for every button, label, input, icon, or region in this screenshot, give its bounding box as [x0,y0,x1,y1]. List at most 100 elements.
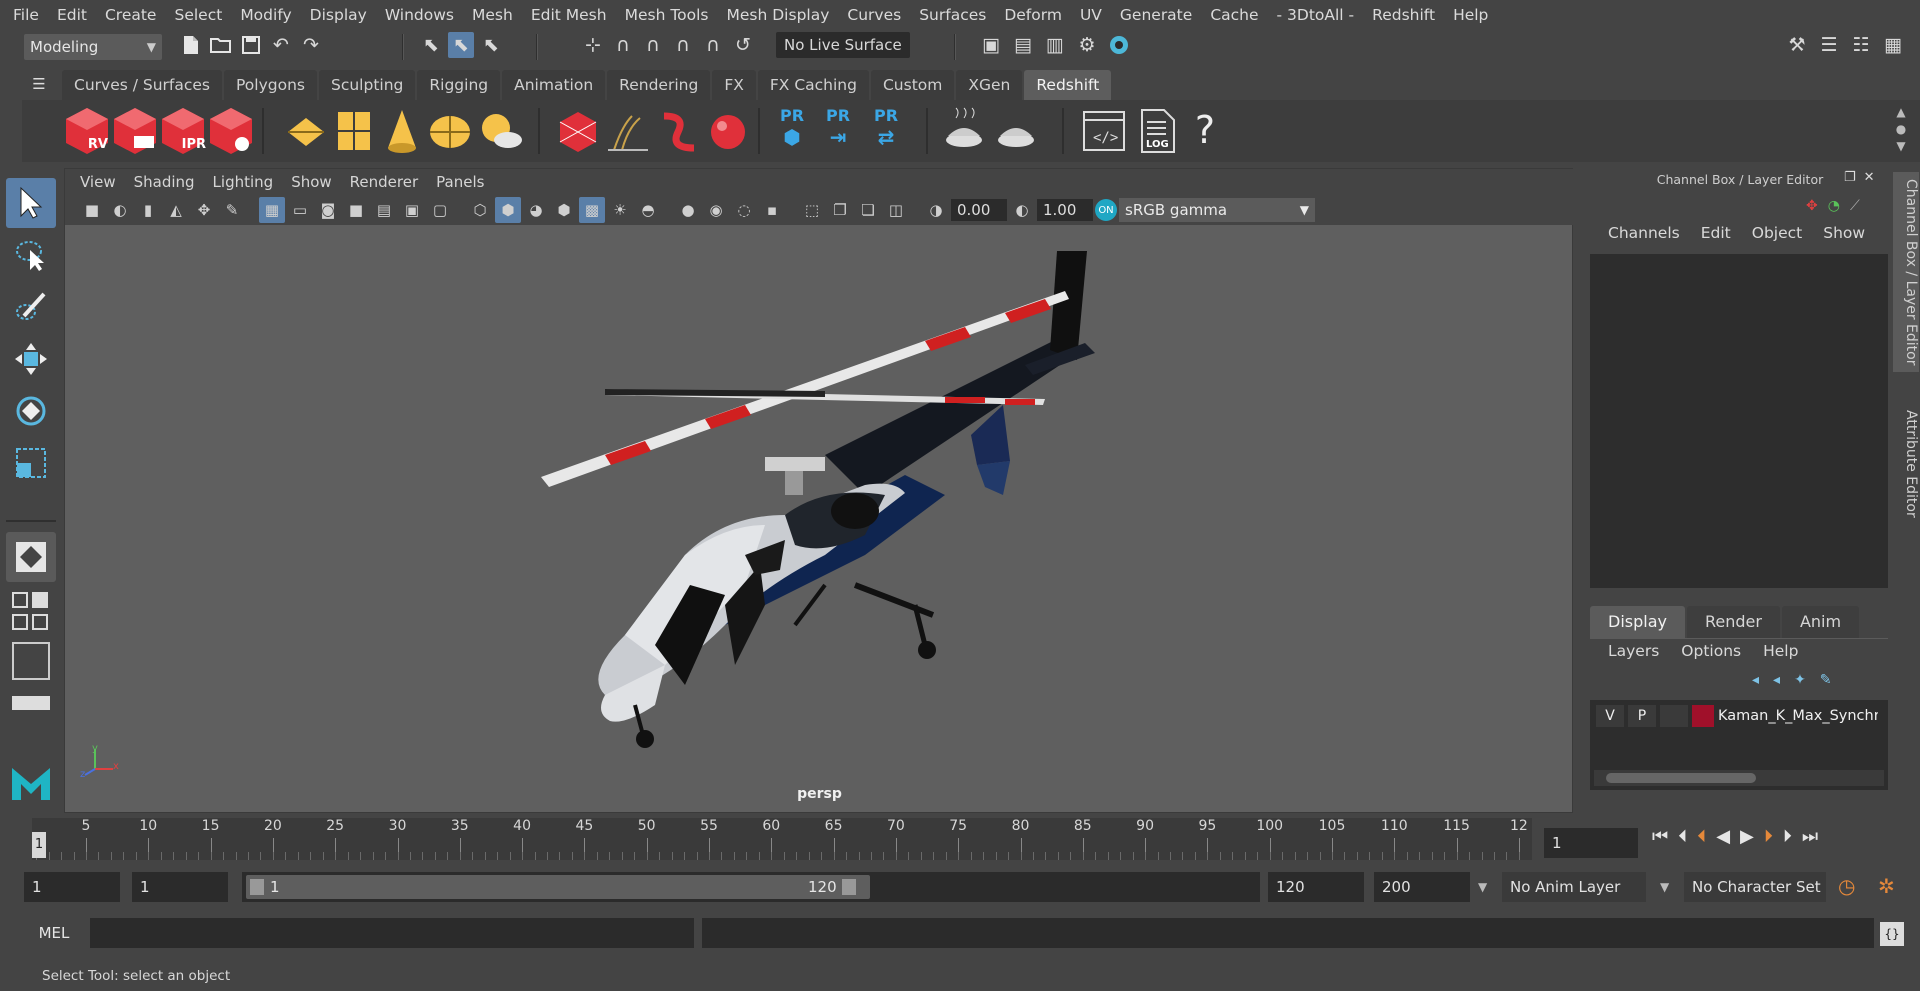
menu-item[interactable]: Mesh [463,0,522,30]
portal-light-icon[interactable] [332,106,376,156]
speed-icon[interactable]: ◔ [1828,198,1840,214]
scrollbar-thumb[interactable] [1606,773,1756,783]
pr-export-icon[interactable]: PR ⇥ [820,106,856,156]
select-tool-icon[interactable] [6,178,56,228]
horizontal-scrollbar[interactable] [1594,770,1884,786]
animation-end-field[interactable]: 200 [1374,872,1470,902]
menu-item[interactable]: Display [301,0,376,30]
menu-item[interactable]: Surfaces [910,0,995,30]
layer-editor-tab[interactable]: Anim [1781,606,1860,638]
playback-end-field[interactable]: 120 [1268,872,1364,902]
ipr-render-icon[interactable]: ▥ [1042,32,1068,58]
layer-visibility-toggle[interactable]: V [1596,705,1624,727]
command-input[interactable] [90,918,694,948]
move-layer-up-icon[interactable]: ◂ [1752,672,1759,688]
rotate-tool-icon[interactable] [6,386,56,436]
menu-item[interactable]: Modify [231,0,300,30]
play-forward-icon[interactable]: ▶ [1740,826,1754,847]
hyper-icon[interactable]: ⟋ [1850,198,1860,214]
channel-list[interactable] [1590,254,1888,588]
resolution-gate-icon[interactable]: ◙ [315,197,341,223]
layer-row[interactable]: V P Kaman_K_Max_Synchro [1596,704,1886,728]
layer-editor-menu-item[interactable]: Layers [1598,642,1671,660]
animation-start-field[interactable]: 1 [24,872,120,902]
float-panel-icon[interactable]: ❐ [1844,170,1856,185]
menu-item[interactable]: Generate [1111,0,1201,30]
go-to-start-icon[interactable]: ⏮ [1652,826,1668,847]
isolate-select-icon[interactable]: ⬚ [799,197,825,223]
pr-swap-icon[interactable]: PR ⇄ [866,106,906,156]
chevron-down-icon[interactable]: ▼ [1660,872,1669,902]
menu-item[interactable]: Select [165,0,231,30]
chevron-down-icon[interactable]: ▼ [1478,872,1487,902]
new-layer-icon[interactable]: ✦ [1794,672,1806,688]
channelbox-menu-item[interactable]: Edit [1691,224,1742,242]
menu-item[interactable]: Deform [995,0,1071,30]
render-frame-icon[interactable]: ▤ [1010,32,1036,58]
layer-editor-tab[interactable]: Display [1590,606,1685,638]
menu-item[interactable]: Mesh Tools [616,0,718,30]
auto-key-icon[interactable]: ◷ [1838,874,1855,898]
textured-icon[interactable]: ▩ [579,197,605,223]
sun-sky-icon[interactable] [476,106,524,156]
two-d-pan-icon[interactable]: ✥ [191,197,217,223]
snap-surface-icon[interactable]: ∩ [700,32,726,58]
close-icon[interactable]: ✕ [1864,170,1875,185]
shelf-tab[interactable]: XGen [956,70,1023,100]
channel-box-icon[interactable]: ▦ [1880,32,1906,58]
layer-display-type[interactable] [1660,705,1688,727]
time-slider[interactable]: 5 10 15 20 25 30 35 40 45 50 55 60 65 70 75 80 85 90 95 100… [24,818,1534,860]
redshift-settings-icon[interactable] [208,106,254,156]
grease-pencil-icon[interactable]: ✎ [219,197,245,223]
gamma-field[interactable]: 1.00 [1037,199,1093,221]
camera-attributes-icon[interactable]: ◐ [107,197,133,223]
shelf-tab[interactable]: Custom [870,70,955,100]
viewport-panel[interactable]: View Shading Lighting Show Renderer Panels ■ … [64,168,1574,813]
move-layer-down-icon[interactable]: ◂ [1773,672,1780,688]
layout-single-icon[interactable] [32,592,48,608]
script-editor-icon[interactable]: {} [1880,922,1904,946]
anim-layer-select[interactable]: No Anim Layer [1502,872,1646,902]
range-slider-handle[interactable] [246,875,870,899]
xray-active-icon[interactable]: ❏ [855,197,881,223]
select-hierarchy-icon[interactable]: ⬉ [418,32,444,58]
current-frame-field[interactable]: 1 [1544,828,1638,858]
xray-icon[interactable]: ❐ [827,197,853,223]
undo-icon[interactable]: ↶ [268,32,294,58]
tool-settings-icon[interactable]: ☷ [1848,32,1874,58]
hypershade-icon[interactable] [1106,32,1132,58]
lasso-tool-icon[interactable] [6,230,56,280]
wireframe-icon[interactable]: ⬡ [467,197,493,223]
quick-layout-icon[interactable] [6,532,56,582]
current-time-marker[interactable]: 1 [32,832,46,858]
shelf-tab[interactable]: Polygons [224,70,317,100]
select-component-icon[interactable]: ⬉ [478,32,504,58]
shelf-tab[interactable]: Curves / Surfaces [62,70,223,100]
live-surface-field[interactable]: No Live Surface [776,32,910,58]
shelf-tab[interactable]: Rigging [417,70,501,100]
menu-item[interactable]: Create [96,0,166,30]
helicopter-model[interactable] [65,225,1572,812]
smooth-shade-icon[interactable]: ⬢ [495,197,521,223]
menu-item[interactable]: Cache [1201,0,1267,30]
layer-editor-tab[interactable]: Render [1686,606,1780,638]
shelf-scroll[interactable]: ▲ ● ▼ [1890,104,1912,156]
command-language-label[interactable]: MEL [24,918,84,948]
layout-four-icon[interactable] [12,592,28,608]
viewport-menu-item[interactable]: Renderer [341,173,427,191]
viewport-menu-item[interactable]: Panels [427,173,493,191]
layout-three-icon[interactable] [32,614,48,630]
playback-start-field[interactable]: 1 [132,872,228,902]
snap-grid-icon[interactable]: ⊹ [580,32,606,58]
layer-editor-menu-item[interactable]: Help [1753,642,1810,660]
move-tool-icon[interactable] [6,334,56,384]
field-chart-icon[interactable]: ▤ [371,197,397,223]
motion-blur-icon[interactable]: ◉ [703,197,729,223]
channelbox-menu-item[interactable]: Show [1813,224,1876,242]
ies-light-icon[interactable] [380,106,424,156]
new-scene-icon[interactable] [178,32,204,58]
step-forward-key-icon[interactable]: ⏵ [1783,826,1792,847]
attribute-editor-icon[interactable]: ☰ [1816,32,1842,58]
shelf-tab[interactable]: FX [712,70,756,100]
wireframe-on-shaded-icon[interactable]: ⬢ [551,197,577,223]
